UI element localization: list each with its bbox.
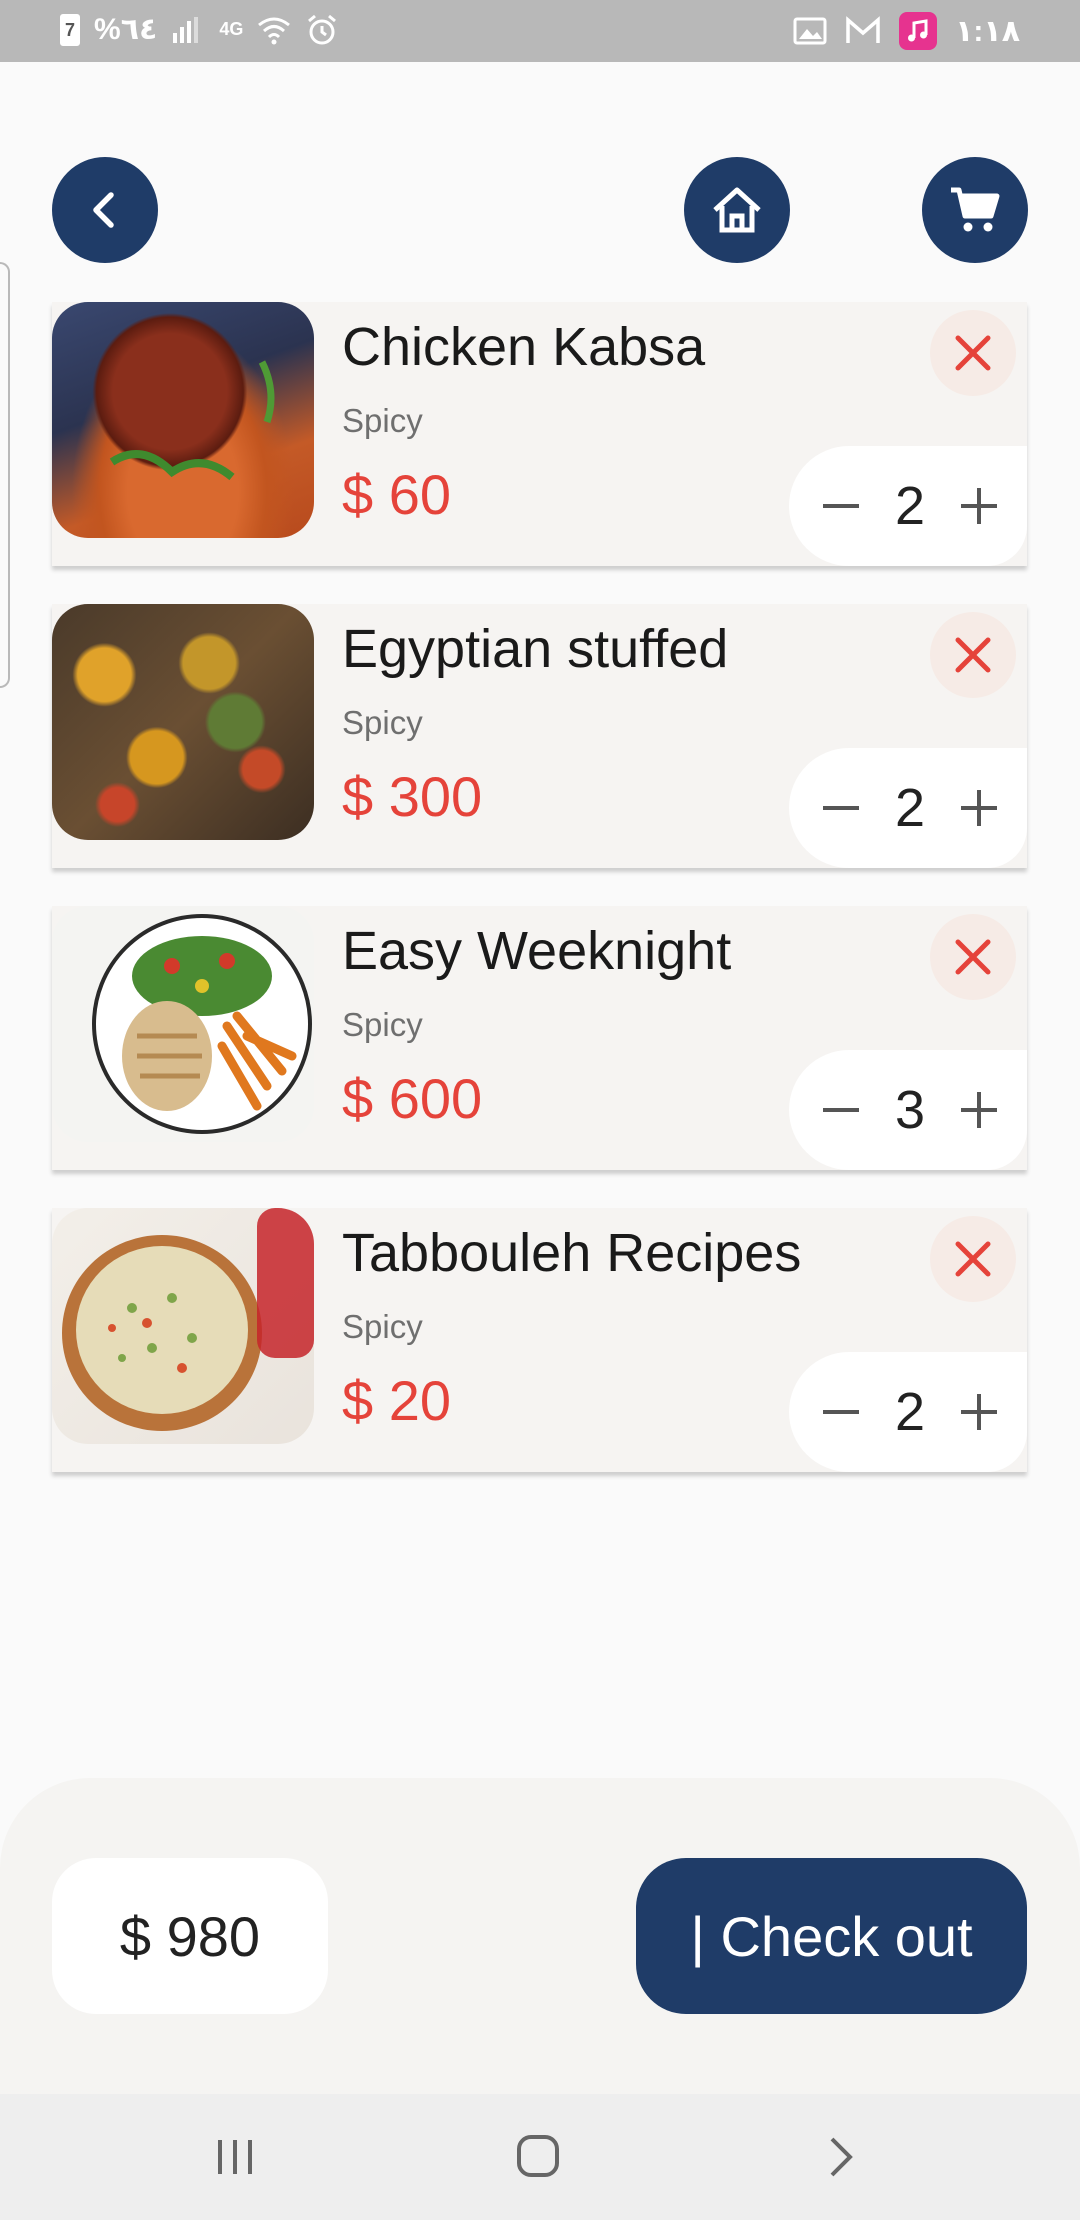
increase-quantity-button[interactable]	[957, 484, 1001, 528]
increase-quantity-button[interactable]	[957, 1390, 1001, 1434]
checkout-panel: $ 980 | Check out	[0, 1778, 1080, 2094]
alarm-icon	[305, 13, 339, 47]
home-button[interactable]	[684, 157, 790, 263]
total-price: $ 980	[52, 1858, 328, 2014]
battery-icon: 7	[60, 13, 80, 46]
status-bar: 7 %٦٤ 4G ١:١٨	[0, 0, 1080, 62]
item-price: $ 60	[342, 463, 451, 526]
item-subtitle: Spicy	[342, 704, 423, 741]
decrease-quantity-button[interactable]	[819, 1088, 863, 1132]
food-image	[52, 906, 314, 1142]
food-image	[52, 1208, 314, 1444]
increase-quantity-button[interactable]	[957, 786, 1001, 830]
quantity-stepper: 2	[789, 1352, 1027, 1472]
quantity-stepper: 3	[789, 1050, 1027, 1170]
minus-icon	[823, 1410, 859, 1414]
cart-item: Egyptian stuffed Spicy $ 300 2	[52, 604, 1027, 868]
quantity-stepper: 2	[789, 446, 1027, 566]
wifi-icon	[257, 15, 291, 45]
shopping-cart-icon	[951, 187, 1000, 232]
quantity-value: 3	[894, 1080, 926, 1140]
item-subtitle: Spicy	[342, 1308, 423, 1345]
cart-item: Chicken Kabsa Spicy $ 60 2	[52, 302, 1027, 566]
quantity-value: 2	[894, 476, 926, 536]
food-image	[52, 302, 314, 538]
clock: ١:١٨	[955, 14, 1020, 48]
chevron-right-icon	[830, 2137, 853, 2177]
plus-icon	[960, 790, 997, 826]
item-subtitle: Spicy	[342, 402, 423, 439]
plus-icon	[960, 488, 997, 524]
remove-item-button[interactable]	[930, 612, 1016, 698]
signal-icon	[171, 15, 205, 45]
increase-quantity-button[interactable]	[957, 1088, 1001, 1132]
minus-icon	[823, 806, 859, 810]
decrease-quantity-button[interactable]	[819, 1390, 863, 1434]
food-image	[52, 604, 314, 840]
cart-item: Easy Weeknight Spicy $ 600 3	[52, 906, 1027, 1170]
recent-apps-button[interactable]	[210, 2134, 260, 2180]
item-price: $ 20	[342, 1369, 451, 1432]
item-subtitle: Spicy	[342, 1006, 423, 1043]
item-title: Chicken Kabsa	[342, 317, 706, 377]
item-price: $ 300	[342, 765, 483, 828]
decrease-quantity-button[interactable]	[819, 484, 863, 528]
minus-icon	[823, 504, 859, 508]
minus-icon	[823, 1108, 859, 1112]
plus-icon	[960, 1394, 997, 1430]
close-icon	[955, 1241, 991, 1277]
checkout-button[interactable]: | Check out	[636, 1858, 1027, 2014]
item-title: Easy Weeknight	[342, 921, 732, 981]
battery-percentage: %٦٤	[94, 13, 158, 46]
quantity-value: 2	[894, 778, 926, 838]
status-right: ١:١٨	[793, 12, 1020, 50]
close-icon	[955, 637, 991, 673]
item-title: Tabbouleh Recipes	[342, 1223, 802, 1283]
edge-panel-handle[interactable]	[0, 262, 10, 688]
music-app-icon	[899, 12, 938, 50]
quantity-stepper: 2	[789, 748, 1027, 868]
mail-icon	[845, 16, 881, 46]
network-type-label: 4G	[219, 19, 244, 39]
close-icon	[955, 335, 991, 371]
decrease-quantity-button[interactable]	[819, 786, 863, 830]
home-square-icon	[517, 2135, 559, 2177]
back-nav-button[interactable]	[820, 2134, 860, 2180]
home-icon	[713, 187, 761, 233]
remove-item-button[interactable]	[930, 914, 1016, 1000]
remove-item-button[interactable]	[930, 310, 1016, 396]
item-price: $ 600	[342, 1067, 483, 1130]
status-left: 7 %٦٤ 4G	[60, 12, 339, 47]
gallery-icon	[793, 16, 827, 46]
system-navigation-bar	[0, 2094, 1080, 2220]
back-button[interactable]	[52, 157, 158, 263]
quantity-value: 2	[894, 1382, 926, 1442]
cart-item: Tabbouleh Recipes Spicy $ 20 2	[52, 1208, 1027, 1472]
close-icon	[955, 939, 991, 975]
chevron-left-icon	[93, 192, 114, 228]
plus-icon	[960, 1092, 997, 1128]
item-title: Egyptian stuffed	[342, 619, 729, 679]
home-nav-button[interactable]	[513, 2134, 563, 2180]
remove-item-button[interactable]	[930, 1216, 1016, 1302]
cart-button[interactable]	[922, 157, 1028, 263]
recent-apps-icon	[218, 2140, 252, 2174]
